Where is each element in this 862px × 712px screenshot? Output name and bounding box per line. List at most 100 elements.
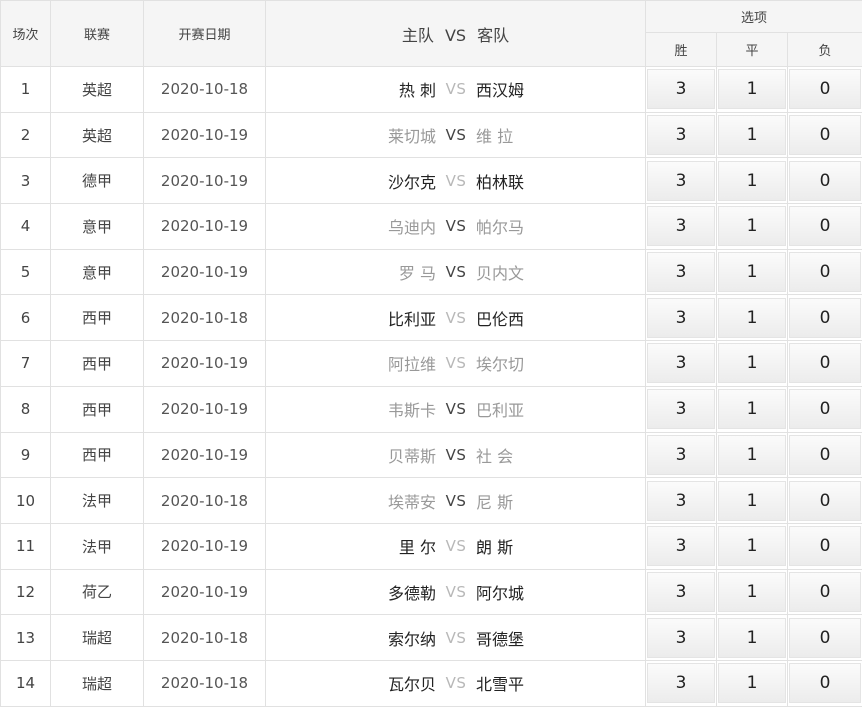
league-name: 德甲 (50, 157, 144, 205)
option-cell-lose: 0 (786, 522, 862, 570)
match-number: 10 (0, 477, 51, 524)
option-cell-draw: 1 (716, 340, 788, 387)
option-win-button[interactable]: 3 (647, 617, 715, 658)
option-draw-button[interactable]: 1 (718, 480, 786, 521)
teams-wrap: 罗 马 VS 贝内文 (267, 260, 645, 284)
away-team: 哥德堡 (476, 629, 525, 649)
option-lose-button[interactable]: 0 (789, 160, 862, 201)
match-teams: 比利亚 VS 巴伦西 (265, 294, 646, 342)
option-lose-button[interactable]: 0 (789, 663, 862, 704)
option-cell-win: 3 (645, 431, 717, 479)
option-draw-button[interactable]: 1 (718, 69, 786, 110)
match-date: 2020-10-18 (143, 614, 266, 661)
league-name: 意甲 (50, 203, 144, 250)
match-number: 2 (0, 111, 51, 159)
option-draw-button[interactable]: 1 (718, 663, 786, 704)
match-date: 2020-10-19 (143, 203, 266, 250)
option-cell-lose: 0 (786, 294, 862, 342)
league-name: 瑞超 (50, 614, 144, 661)
option-lose-button[interactable]: 0 (789, 206, 862, 247)
option-lose-button[interactable]: 0 (789, 297, 862, 338)
option-lose-button[interactable]: 0 (789, 434, 862, 475)
match-teams: 贝蒂斯 VS 社 会 (265, 431, 646, 479)
option-win-button[interactable]: 3 (647, 480, 715, 521)
home-team: 贝蒂斯 (387, 446, 436, 466)
option-lose-button[interactable]: 0 (789, 69, 862, 110)
option-draw-button[interactable]: 1 (718, 526, 786, 567)
away-team: 阿尔城 (476, 583, 525, 603)
option-draw-button[interactable]: 1 (718, 434, 786, 475)
option-win-button[interactable]: 3 (647, 160, 715, 201)
option-draw-button[interactable]: 1 (718, 343, 786, 384)
table-header: 场次 联赛 开赛日期 主队 VS 客队 选项 胜 平 负 (0, 0, 862, 67)
header-option-draw: 平 (716, 32, 788, 67)
option-lose-button[interactable]: 0 (789, 115, 862, 156)
league-name: 法甲 (50, 477, 144, 524)
header-date: 开赛日期 (143, 0, 266, 67)
option-win-button[interactable]: 3 (647, 526, 715, 567)
option-win-button[interactable]: 3 (647, 69, 715, 110)
home-team: 阿拉维 (387, 355, 436, 375)
option-win-button[interactable]: 3 (647, 663, 715, 704)
match-number: 9 (0, 431, 51, 479)
match-teams: 罗 马 VS 贝内文 (265, 248, 646, 296)
league-name: 西甲 (50, 385, 144, 433)
vs-label: VS (445, 126, 467, 145)
option-draw-button[interactable]: 1 (718, 389, 786, 430)
away-team: 巴伦西 (476, 309, 525, 329)
match-date: 2020-10-19 (143, 248, 266, 296)
league-name: 西甲 (50, 431, 144, 479)
teams-wrap: 多德勒 VS 阿尔城 (267, 580, 645, 604)
option-win-button[interactable]: 3 (647, 297, 715, 338)
match-date: 2020-10-18 (143, 659, 266, 707)
option-lose-button[interactable]: 0 (789, 571, 862, 612)
option-draw-button[interactable]: 1 (718, 571, 786, 612)
option-cell-win: 3 (645, 659, 717, 707)
option-win-button[interactable]: 3 (647, 252, 715, 293)
match-teams: 阿拉维 VS 埃尔切 (265, 340, 646, 387)
option-draw-button[interactable]: 1 (718, 160, 786, 201)
match-date: 2020-10-19 (143, 568, 266, 616)
option-lose-button[interactable]: 0 (789, 343, 862, 384)
away-team: 社 会 (476, 446, 514, 466)
option-cell-lose: 0 (786, 340, 862, 387)
header-away: 客队 (477, 25, 510, 45)
teams-wrap: 阿拉维 VS 埃尔切 (267, 351, 645, 375)
home-team: 埃蒂安 (387, 492, 436, 512)
teams-wrap: 莱切城 VS 维 拉 (267, 123, 645, 147)
league-name: 瑞超 (50, 659, 144, 707)
teams-wrap: 沙尔克 VS 柏林联 (267, 169, 645, 193)
home-team: 里 尔 (398, 538, 436, 558)
table-row: 3 德甲 2020-10-19 沙尔克 VS 柏林联 3 1 0 (0, 157, 862, 205)
option-win-button[interactable]: 3 (647, 434, 715, 475)
option-win-button[interactable]: 3 (647, 571, 715, 612)
option-cell-win: 3 (645, 340, 717, 387)
match-date: 2020-10-19 (143, 111, 266, 159)
vs-label: VS (445, 537, 467, 556)
option-win-button[interactable]: 3 (647, 343, 715, 384)
vs-label: VS (445, 445, 467, 464)
vs-label: VS (445, 80, 467, 99)
option-draw-button[interactable]: 1 (718, 206, 786, 247)
option-draw-button[interactable]: 1 (718, 252, 786, 293)
option-lose-button[interactable]: 0 (789, 526, 862, 567)
teams-wrap: 埃蒂安 VS 尼 斯 (267, 489, 645, 513)
option-cell-draw: 1 (716, 66, 788, 113)
option-win-button[interactable]: 3 (647, 389, 715, 430)
match-teams: 埃蒂安 VS 尼 斯 (265, 477, 646, 524)
option-cell-draw: 1 (716, 568, 788, 616)
option-lose-button[interactable]: 0 (789, 252, 862, 293)
option-draw-button[interactable]: 1 (718, 297, 786, 338)
league-name: 英超 (50, 111, 144, 159)
option-win-button[interactable]: 3 (647, 206, 715, 247)
option-draw-button[interactable]: 1 (718, 115, 786, 156)
option-win-button[interactable]: 3 (647, 115, 715, 156)
match-teams: 莱切城 VS 维 拉 (265, 111, 646, 159)
option-lose-button[interactable]: 0 (789, 617, 862, 658)
away-team: 朗 斯 (476, 538, 514, 558)
option-draw-button[interactable]: 1 (718, 617, 786, 658)
option-lose-button[interactable]: 0 (789, 389, 862, 430)
option-lose-button[interactable]: 0 (789, 480, 862, 521)
header-teams: 主队 VS 客队 (265, 0, 646, 67)
match-number: 1 (0, 66, 51, 113)
